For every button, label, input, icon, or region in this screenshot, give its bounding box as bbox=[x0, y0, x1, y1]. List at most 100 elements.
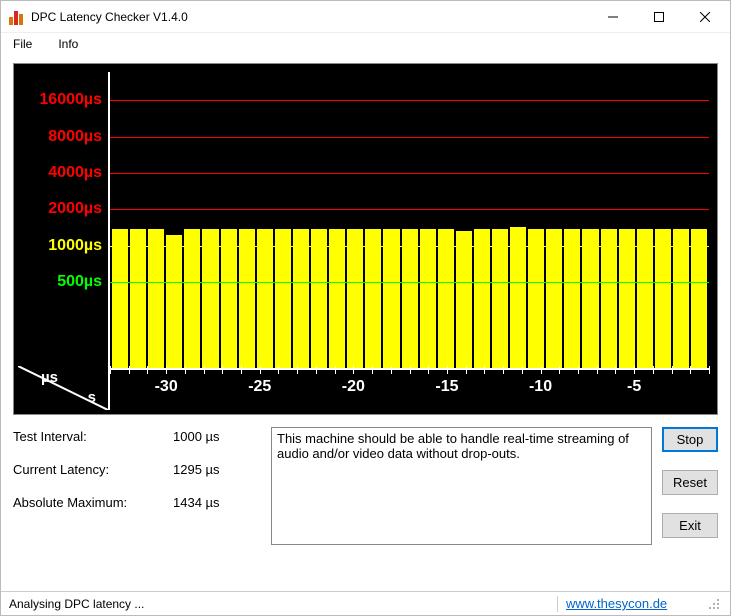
latency-bar bbox=[293, 229, 309, 368]
x-tick-mark bbox=[559, 366, 560, 374]
x-tick-mark bbox=[316, 366, 317, 374]
x-tick-mark bbox=[484, 366, 485, 374]
latency-bar bbox=[637, 229, 653, 368]
latency-bar bbox=[420, 229, 436, 368]
x-tick-mark bbox=[709, 366, 710, 374]
x-tick-mark bbox=[541, 366, 542, 374]
status-text: Analysing DPC latency ... bbox=[9, 597, 549, 611]
x-tick-mark bbox=[372, 366, 373, 374]
label-absolute-max: Absolute Maximum: bbox=[13, 495, 173, 510]
reset-button[interactable]: Reset bbox=[662, 470, 718, 495]
latency-bar bbox=[492, 229, 508, 368]
status-separator bbox=[557, 596, 558, 612]
info-panel: Test Interval: 1000 µs Current Latency: … bbox=[1, 419, 730, 549]
x-tick-mark bbox=[634, 366, 635, 374]
y-tick-label: 8000µs bbox=[48, 128, 102, 146]
x-tick-label: -25 bbox=[248, 378, 271, 396]
title-bar: DPC Latency Checker V1.4.0 bbox=[1, 1, 730, 33]
latency-bar bbox=[239, 229, 255, 368]
x-tick-mark bbox=[466, 366, 467, 374]
chart-frame: 500µs1000µs2000µs4000µs8000µs16000µs µs … bbox=[13, 63, 718, 415]
exit-button[interactable]: Exit bbox=[662, 513, 718, 538]
x-tick-label: -15 bbox=[435, 378, 458, 396]
close-button[interactable] bbox=[682, 2, 728, 32]
latency-bar bbox=[365, 229, 381, 368]
latency-bar bbox=[582, 229, 598, 368]
x-tick-label: -20 bbox=[342, 378, 365, 396]
x-tick-mark bbox=[260, 366, 261, 374]
button-column: Stop Reset Exit bbox=[662, 427, 718, 545]
maximize-button[interactable] bbox=[636, 2, 682, 32]
value-absolute-max: 1434 µs bbox=[173, 495, 220, 510]
latency-bar bbox=[546, 229, 562, 368]
latency-bar bbox=[402, 229, 418, 368]
window-title: DPC Latency Checker V1.4.0 bbox=[31, 10, 590, 24]
label-current-latency: Current Latency: bbox=[13, 462, 173, 477]
latency-bar bbox=[601, 229, 617, 368]
latency-bar bbox=[438, 229, 454, 368]
latency-bar bbox=[112, 229, 128, 368]
menu-file[interactable]: File bbox=[7, 35, 38, 53]
x-tick-mark bbox=[147, 366, 148, 374]
row-current-latency: Current Latency: 1295 µs bbox=[13, 462, 261, 477]
menu-info[interactable]: Info bbox=[52, 35, 84, 53]
x-tick-mark bbox=[503, 366, 504, 374]
readouts: Test Interval: 1000 µs Current Latency: … bbox=[13, 427, 261, 545]
y-tick-label: 16000µs bbox=[39, 91, 102, 109]
x-tick-mark bbox=[297, 366, 298, 374]
latency-bar bbox=[184, 229, 200, 368]
x-tick-mark bbox=[278, 366, 279, 374]
x-tick-mark bbox=[335, 366, 336, 374]
latency-bar bbox=[619, 229, 635, 368]
status-link[interactable]: www.thesycon.de bbox=[566, 596, 698, 611]
latency-bar bbox=[510, 227, 526, 368]
x-tick-mark bbox=[410, 366, 411, 374]
x-tick-label: -30 bbox=[155, 378, 178, 396]
row-test-interval: Test Interval: 1000 µs bbox=[13, 429, 261, 444]
latency-bar bbox=[655, 229, 671, 368]
x-tick-label: -5 bbox=[627, 378, 641, 396]
x-tick-mark bbox=[241, 366, 242, 374]
latency-bar bbox=[275, 229, 291, 368]
latency-bar bbox=[673, 229, 689, 368]
resize-grip-icon[interactable] bbox=[706, 596, 722, 612]
message-box: This machine should be able to handle re… bbox=[271, 427, 652, 545]
x-tick-mark bbox=[391, 366, 392, 374]
x-tick-mark bbox=[129, 366, 130, 374]
gridline bbox=[110, 173, 709, 174]
latency-bar bbox=[383, 229, 399, 368]
value-current-latency: 1295 µs bbox=[173, 462, 220, 477]
minimize-button[interactable] bbox=[590, 2, 636, 32]
stop-button[interactable]: Stop bbox=[662, 427, 718, 452]
x-tick-mark bbox=[204, 366, 205, 374]
x-tick-mark bbox=[185, 366, 186, 374]
x-tick-mark bbox=[110, 366, 111, 374]
latency-bar bbox=[691, 229, 707, 368]
latency-bar bbox=[528, 229, 544, 368]
menu-bar: File Info bbox=[1, 33, 730, 55]
y-tick-label: 1000µs bbox=[48, 237, 102, 255]
x-tick-mark bbox=[447, 366, 448, 374]
app-icon bbox=[9, 9, 25, 25]
latency-bar bbox=[347, 229, 363, 368]
x-tick-mark bbox=[672, 366, 673, 374]
x-tick-mark bbox=[222, 366, 223, 374]
y-axis: 500µs1000µs2000µs4000µs8000µs16000µs bbox=[18, 72, 106, 370]
x-tick-mark bbox=[690, 366, 691, 374]
x-tick-mark bbox=[353, 366, 354, 374]
x-axis-ticks: -30-25-20-15-10-5 bbox=[108, 366, 709, 410]
latency-bar bbox=[130, 229, 146, 368]
status-bar: Analysing DPC latency ... www.thesycon.d… bbox=[1, 591, 730, 615]
x-tick-mark bbox=[615, 366, 616, 374]
y-unit-label: µs bbox=[41, 369, 58, 386]
latency-bar bbox=[166, 235, 182, 368]
axis-unit-box: µs s bbox=[18, 366, 108, 410]
latency-bar bbox=[564, 229, 580, 368]
gridline bbox=[110, 137, 709, 138]
x-tick-mark bbox=[428, 366, 429, 374]
label-test-interval: Test Interval: bbox=[13, 429, 173, 444]
y-tick-label: 500µs bbox=[57, 273, 102, 291]
latency-bar bbox=[311, 229, 327, 368]
x-tick-mark bbox=[578, 366, 579, 374]
latency-bar bbox=[148, 229, 164, 368]
